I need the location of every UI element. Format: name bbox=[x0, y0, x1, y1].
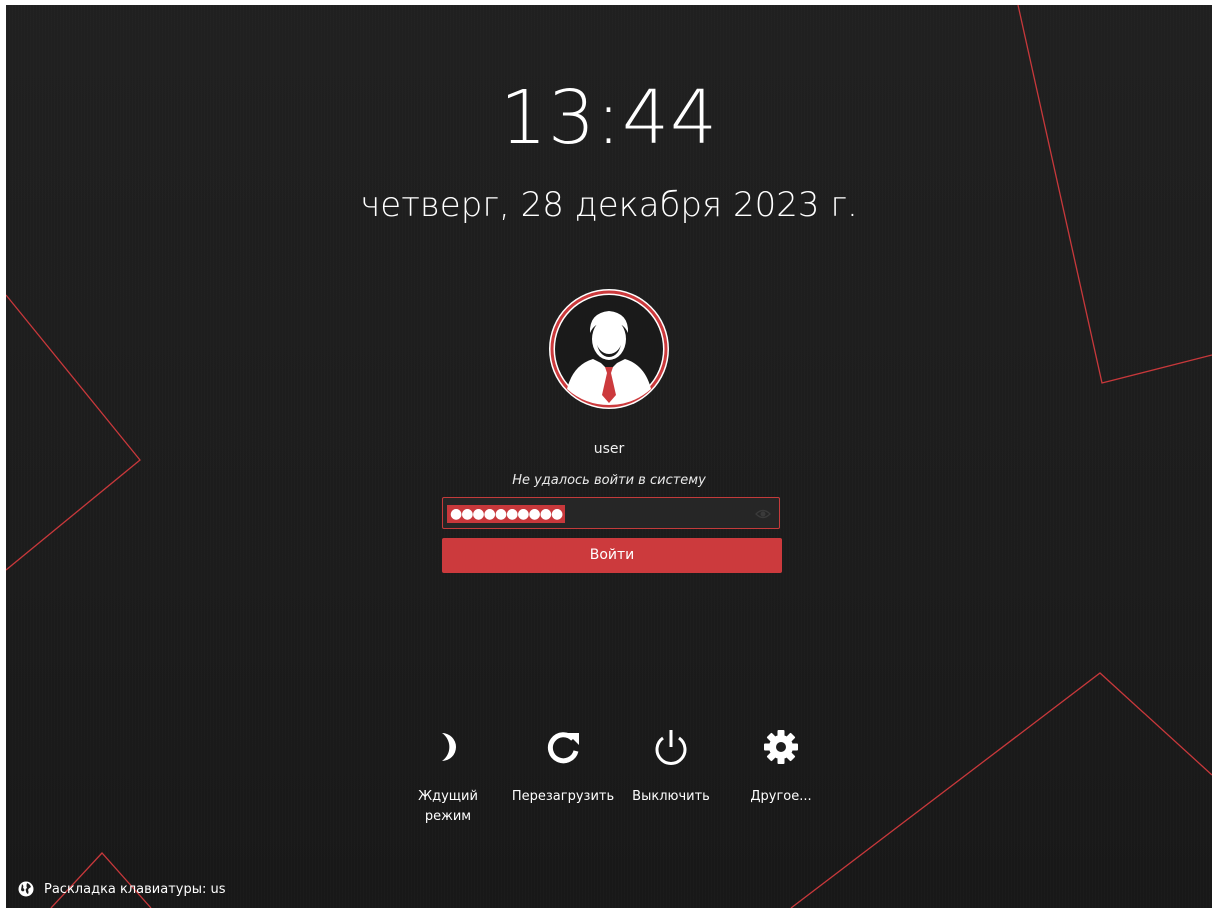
user-avatar-icon[interactable] bbox=[547, 287, 671, 411]
reboot-label: Перезагрузить bbox=[511, 789, 615, 804]
clock-date: четверг, 28 декабря 2023 г. bbox=[360, 185, 858, 225]
moon-icon bbox=[442, 733, 456, 761]
gear-icon bbox=[764, 730, 798, 764]
suspend-label: Ждущий режим bbox=[418, 789, 478, 824]
power-icon bbox=[655, 730, 687, 765]
other-actions-button[interactable]: Другое... bbox=[726, 727, 836, 807]
keyboard-layout-label: Раскладка клавиатуры: us bbox=[44, 881, 226, 897]
login-button[interactable]: Войти bbox=[442, 538, 782, 573]
password-value: ●●●●●●●●●● bbox=[447, 505, 566, 523]
reboot-button[interactable]: Перезагрузить bbox=[508, 727, 618, 807]
shutdown-label: Выключить bbox=[632, 789, 710, 804]
login-error-message: Не удалось войти в систему bbox=[512, 473, 706, 488]
password-field[interactable]: ●●●●●●●●●● bbox=[442, 497, 780, 529]
reveal-password-icon[interactable] bbox=[755, 506, 771, 522]
clock-time: 13:44 bbox=[499, 75, 719, 161]
reload-icon bbox=[547, 732, 579, 764]
login-screen: 13:44 четверг, 28 декабря 2023 г. user Н… bbox=[6, 5, 1212, 908]
keyboard-layout-indicator[interactable]: Раскладка клавиатуры: us bbox=[18, 881, 226, 897]
other-actions-label: Другое... bbox=[750, 789, 812, 804]
suspend-button[interactable]: Ждущий режим bbox=[393, 727, 503, 827]
shutdown-button[interactable]: Выключить bbox=[616, 727, 726, 807]
username-label: user bbox=[593, 441, 625, 457]
globe-icon bbox=[18, 881, 34, 897]
